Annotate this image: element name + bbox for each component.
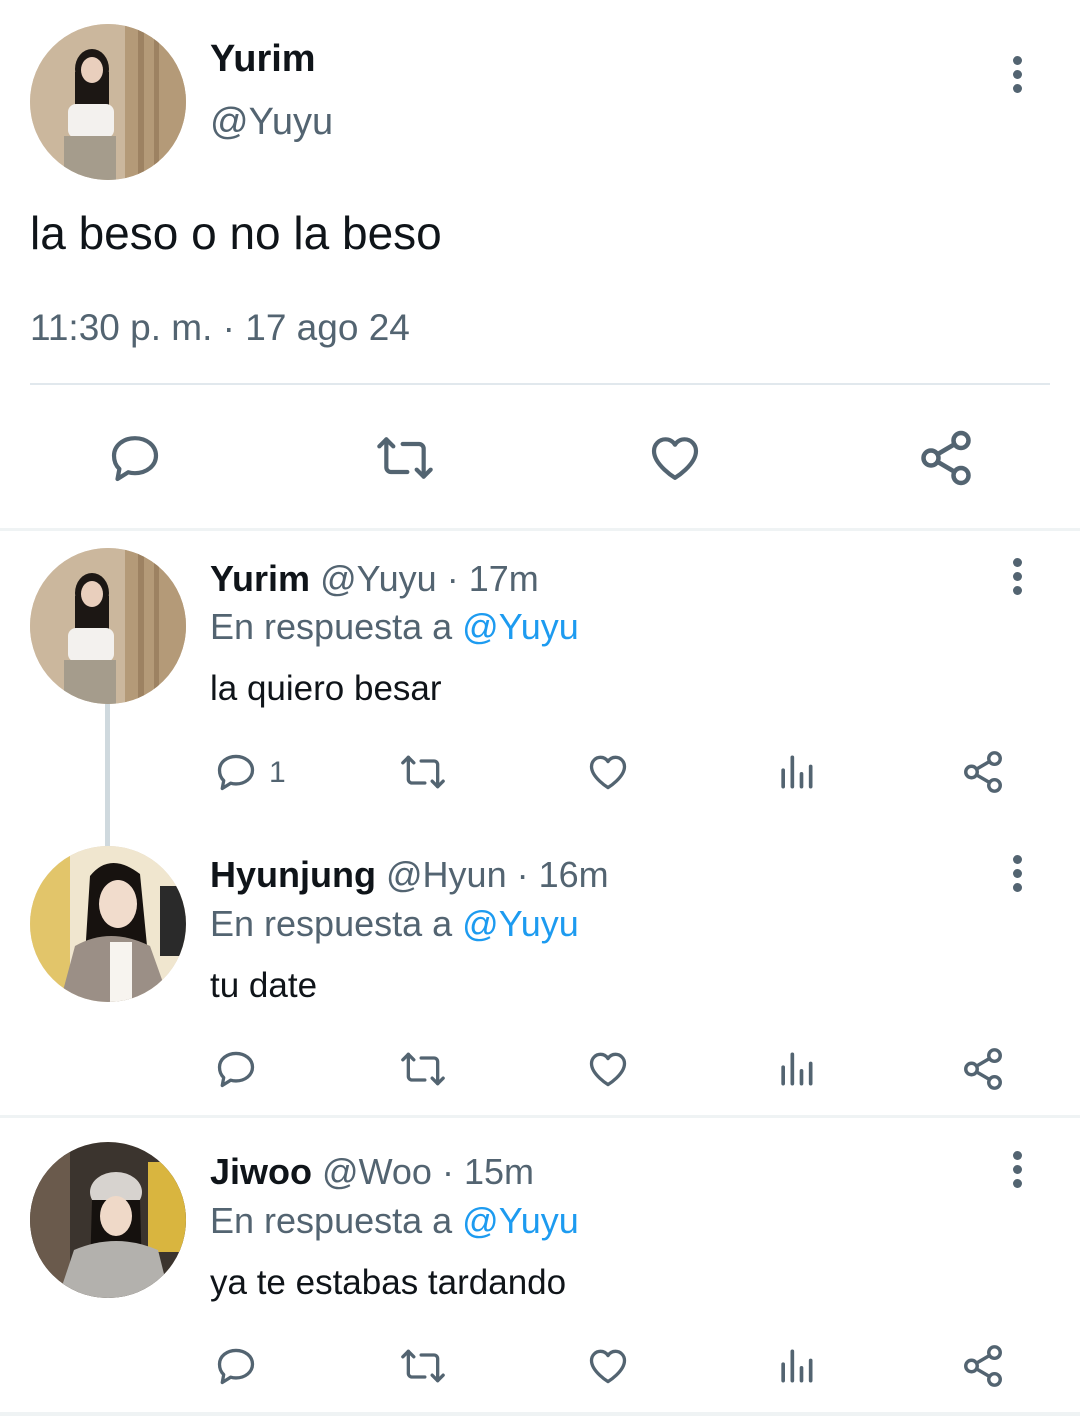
reply-context: En respuesta a @Yuyu: [210, 903, 579, 945]
like-icon[interactable]: [585, 1344, 631, 1388]
reply-prefix: En respuesta a: [210, 1200, 453, 1241]
author-name[interactable]: Jiwoo: [210, 1151, 312, 1192]
reply-context: En respuesta a @Yuyu: [210, 606, 579, 648]
author-name[interactable]: Yurim: [210, 38, 316, 81]
section-divider: [0, 528, 1080, 531]
share-icon[interactable]: [960, 1046, 1006, 1092]
more-icon[interactable]: [1007, 855, 1027, 895]
more-icon[interactable]: [1007, 1151, 1027, 1191]
reply-icon[interactable]: [214, 750, 258, 794]
reply-count: 1: [269, 756, 286, 789]
avatar[interactable]: [30, 846, 186, 1002]
reply-icon[interactable]: [214, 1344, 258, 1388]
views-icon[interactable]: [776, 1047, 816, 1091]
share-icon[interactable]: [960, 1343, 1006, 1389]
retweet-icon[interactable]: [397, 1344, 449, 1388]
share-icon[interactable]: [960, 749, 1006, 795]
reply-icon[interactable]: [214, 1047, 258, 1091]
reply-to-link[interactable]: @Yuyu: [462, 1200, 579, 1241]
avatar[interactable]: [30, 1142, 186, 1298]
author-handle[interactable]: @Hyun: [386, 854, 507, 895]
avatar[interactable]: [30, 548, 186, 704]
tweet-timestamp[interactable]: 11:30 p. m. · 17 ago 24: [30, 307, 410, 349]
section-divider: [0, 1412, 1080, 1416]
like-icon[interactable]: [585, 750, 631, 794]
author-name[interactable]: Hyunjung: [210, 854, 376, 895]
divider: [30, 383, 1050, 385]
author-name[interactable]: Yurim: [210, 558, 310, 599]
reply-prefix: En respuesta a: [210, 606, 453, 647]
reply-header: Yurim @Yuyu · 17m: [210, 558, 539, 600]
more-icon[interactable]: [1007, 56, 1027, 96]
section-divider: [0, 1115, 1080, 1118]
reply-time[interactable]: · 15m: [442, 1151, 534, 1192]
tweet-text: la beso o no la beso: [30, 207, 442, 259]
share-icon[interactable]: [916, 428, 976, 488]
author-handle[interactable]: @Woo: [322, 1151, 432, 1192]
reply-context: En respuesta a @Yuyu: [210, 1200, 579, 1242]
like-icon[interactable]: [585, 1047, 631, 1091]
tweet-text: ya te estabas tardando: [210, 1263, 567, 1302]
more-icon[interactable]: [1007, 558, 1027, 598]
reply-icon[interactable]: [106, 430, 164, 486]
retweet-icon[interactable]: [397, 1047, 449, 1091]
views-icon[interactable]: [776, 750, 816, 794]
reply-header: Jiwoo @Woo · 15m: [210, 1151, 534, 1193]
reply-prefix: En respuesta a: [210, 903, 453, 944]
retweet-icon[interactable]: [372, 430, 438, 486]
retweet-icon[interactable]: [397, 750, 449, 794]
views-icon[interactable]: [776, 1344, 816, 1388]
tweet-text: tu date: [210, 966, 318, 1005]
author-handle[interactable]: @Yuyu: [320, 558, 437, 599]
avatar[interactable]: [30, 24, 186, 180]
reply-to-link[interactable]: @Yuyu: [462, 903, 579, 944]
author-handle[interactable]: @Yuyu: [210, 101, 333, 144]
reply-time[interactable]: · 17m: [447, 558, 539, 599]
like-icon[interactable]: [646, 430, 704, 486]
tweet-text: la quiero besar: [210, 669, 442, 708]
reply-time[interactable]: · 16m: [517, 854, 609, 895]
thread-line: [105, 700, 110, 846]
reply-header: Hyunjung @Hyun · 16m: [210, 854, 609, 896]
reply-to-link[interactable]: @Yuyu: [462, 606, 579, 647]
